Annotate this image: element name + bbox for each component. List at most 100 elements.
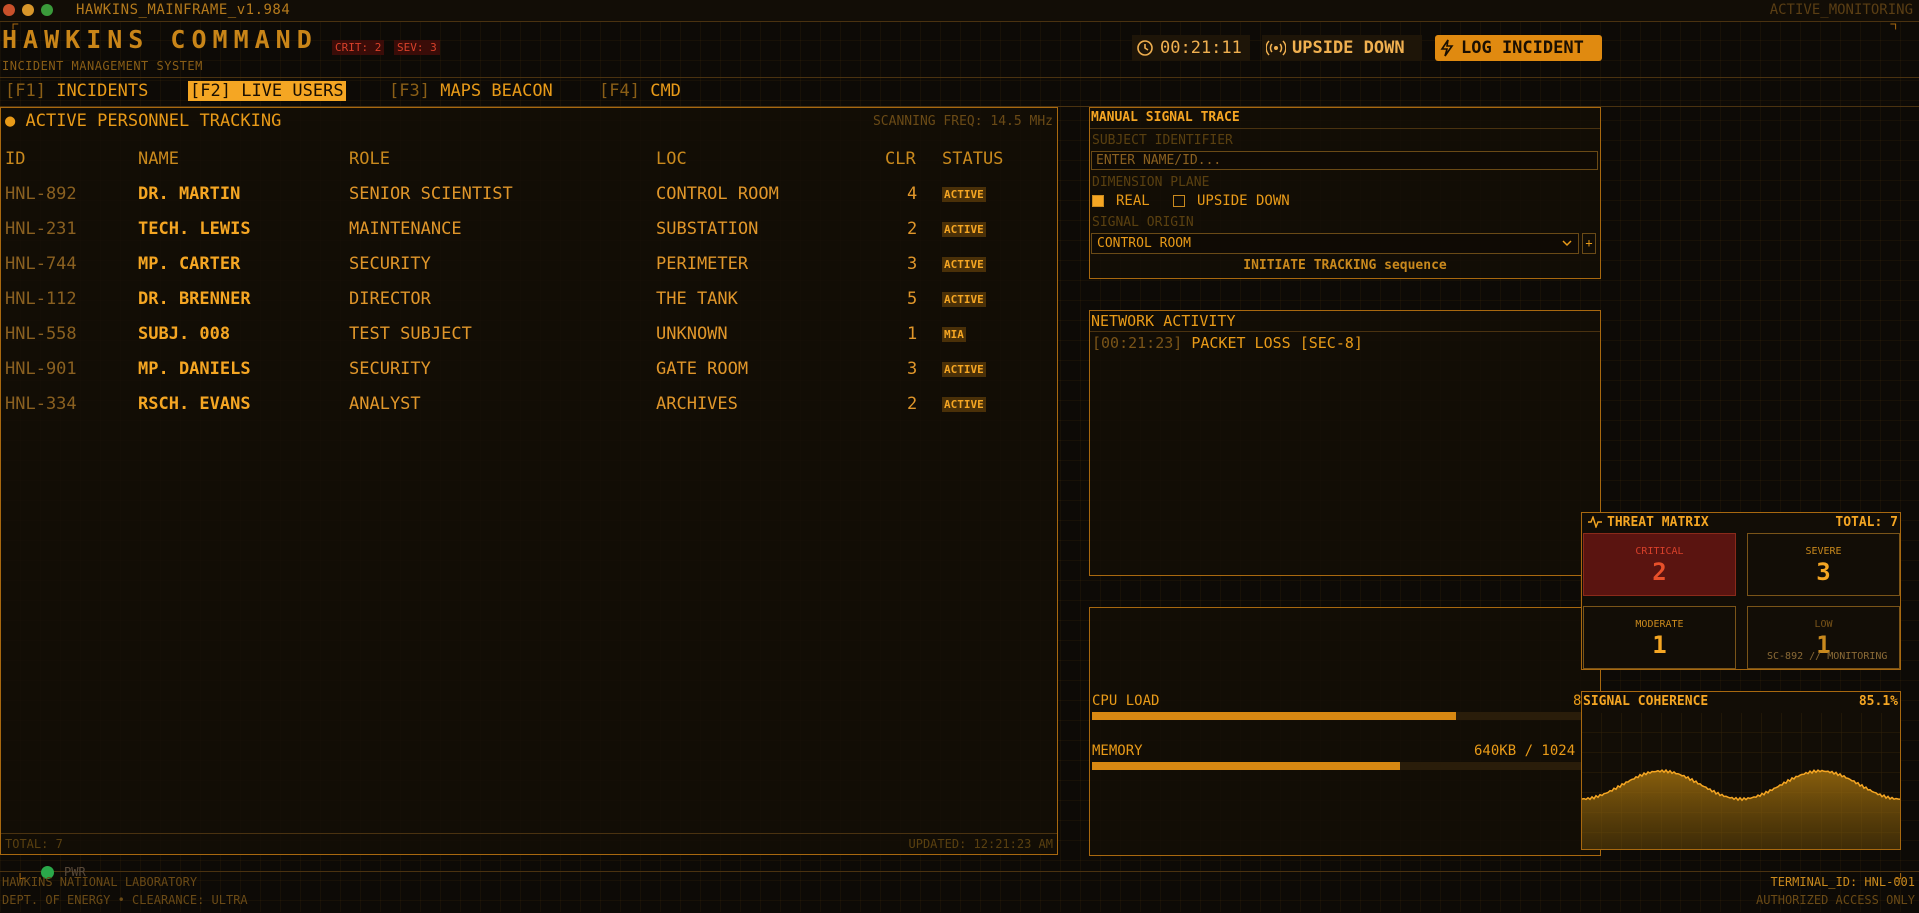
coherence-title: SIGNAL COHERENCE xyxy=(1583,694,1709,709)
personnel-title: ● ACTIVE PERSONNEL TRACKING xyxy=(5,111,282,131)
close-window-button[interactable] xyxy=(3,4,15,16)
personnel-panel: ● ACTIVE PERSONNEL TRACKING SCANNING FRE… xyxy=(0,107,1058,855)
last-updated: UPDATED: 12:21:23 AM xyxy=(908,837,1054,851)
subject-label: SUBJECT IDENTIFIER xyxy=(1092,133,1233,148)
origin-select[interactable]: CONTROL ROOM xyxy=(1091,233,1579,254)
column-header-id[interactable]: ID xyxy=(5,149,25,169)
cpu-bar xyxy=(1092,712,1584,720)
column-header-loc[interactable]: LOC xyxy=(656,149,687,169)
network-activity-panel: NETWORK ACTIVITY [00:21:23] PACKET LOSS … xyxy=(1089,310,1601,576)
log-time: [00:21:23] xyxy=(1092,334,1183,352)
memory-bar xyxy=(1092,762,1584,770)
personnel-clearance: 5 xyxy=(907,289,918,309)
tab-maps-beacon[interactable]: [F3] MAPS BEACON xyxy=(387,81,555,101)
column-header-name[interactable]: NAME xyxy=(138,149,179,169)
maximize-window-button[interactable] xyxy=(41,4,53,16)
log-incident-label: LOG INCIDENT xyxy=(1461,38,1584,58)
personnel-clearance: 4 xyxy=(907,184,918,204)
personnel-location: GATE ROOM xyxy=(656,359,749,379)
activity-pulse-icon xyxy=(1588,516,1602,528)
initiate-tracking-button[interactable]: INITIATE TRACKING sequence xyxy=(1090,258,1600,278)
clock-time: 00:21:11 xyxy=(1160,38,1242,58)
personnel-id: HNL-901 xyxy=(5,359,77,379)
network-header: NETWORK ACTIVITY xyxy=(1090,311,1600,332)
personnel-name: RSCH. EVANS xyxy=(138,394,251,414)
status-badge: ACTIVE xyxy=(942,222,986,237)
table-row[interactable]: HNL-744 MP. CARTER SECURITY PERIMETER 3 … xyxy=(1,254,1059,289)
personnel-location: SUBSTATION xyxy=(656,219,759,239)
signal-trace-panel: MANUAL SIGNAL TRACE SUBJECT IDENTIFIER D… xyxy=(1089,107,1601,279)
upside-down-option-label[interactable]: UPSIDE DOWN xyxy=(1197,193,1290,209)
personnel-name: SUBJ. 008 xyxy=(138,324,231,344)
minimize-window-button[interactable] xyxy=(22,4,34,16)
tab-live-users[interactable]: [F2] LIVE USERS xyxy=(188,81,346,101)
upside-down-checkbox[interactable] xyxy=(1173,195,1185,207)
add-origin-button[interactable]: + xyxy=(1582,233,1596,254)
threat-moderate-cell[interactable]: MODERATE 1 xyxy=(1583,606,1736,669)
table-row[interactable]: HNL-892 DR. MARTIN SENIOR SCIENTIST CONT… xyxy=(1,184,1059,219)
personnel-clearance: 2 xyxy=(907,219,918,239)
column-header-status[interactable]: STATUS xyxy=(942,149,1003,169)
personnel-clearance: 2 xyxy=(907,394,918,414)
personnel-id: HNL-112 xyxy=(5,289,77,309)
threat-total: TOTAL: 7 xyxy=(1835,515,1898,530)
personnel-total: TOTAL: 7 xyxy=(5,837,63,851)
clock-icon xyxy=(1137,40,1153,56)
lab-name: HAWKINS NATIONAL LABORATORY xyxy=(2,875,198,889)
log-incident-button[interactable]: LOG INCIDENT xyxy=(1435,35,1602,61)
status-badge: ACTIVE xyxy=(942,397,986,412)
origin-label: SIGNAL ORIGIN xyxy=(1092,215,1194,230)
column-header-clr[interactable]: CLR xyxy=(885,149,916,169)
origin-selected-value: CONTROL ROOM xyxy=(1097,236,1191,251)
personnel-role: SENIOR SCIENTIST xyxy=(349,184,513,204)
coherence-value: 85.1% xyxy=(1858,694,1898,709)
corner-bracket-icon: ⌟ xyxy=(1893,862,1904,883)
personnel-footer: TOTAL: 7 UPDATED: 12:21:23 AM xyxy=(1,833,1057,854)
personnel-role: ANALYST xyxy=(349,394,421,414)
cpu-bar-fill xyxy=(1092,712,1457,720)
real-option-label[interactable]: REAL xyxy=(1116,193,1150,209)
real-checkbox[interactable] xyxy=(1092,195,1104,207)
department-clearance: DEPT. OF ENERGY • CLEARANCE: ULTRA xyxy=(2,893,248,907)
clock-display: 00:21:11 xyxy=(1132,35,1250,61)
dimension-indicator[interactable]: UPSIDE DOWN xyxy=(1262,35,1422,61)
chevron-down-icon xyxy=(1562,240,1572,247)
trace-header: MANUAL SIGNAL TRACE xyxy=(1090,108,1600,129)
threat-critical-cell[interactable]: CRITICAL 2 xyxy=(1583,533,1736,596)
log-entry: [00:21:23] PACKET LOSS [SEC-8] xyxy=(1092,334,1363,352)
corner-bracket-icon: ⌝ xyxy=(1888,20,1899,41)
scan-frequency: SCANNING FREQ: 14.5 MHz xyxy=(872,114,1053,129)
mode-indicator: ACTIVE_MONITORING xyxy=(1769,2,1913,18)
table-row[interactable]: HNL-558 SUBJ. 008 TEST SUBJECT UNKNOWN 1… xyxy=(1,324,1059,359)
personnel-id: HNL-744 xyxy=(5,254,77,274)
table-row[interactable]: HNL-334 RSCH. EVANS ANALYST ARCHIVES 2 A… xyxy=(1,394,1059,429)
cpu-label: CPU LOAD xyxy=(1092,693,1160,709)
coherence-waveform xyxy=(1582,713,1900,849)
tab-cmd[interactable]: [F4] CMD xyxy=(597,81,683,101)
threat-severe-cell[interactable]: SEVERE 3 xyxy=(1747,533,1900,596)
personnel-id: HNL-334 xyxy=(5,394,77,414)
signal-coherence-panel: SIGNAL COHERENCE 85.1% xyxy=(1581,691,1901,850)
log-message: PACKET LOSS [SEC-8] xyxy=(1191,334,1363,352)
personnel-name: MP. CARTER xyxy=(138,254,241,274)
personnel-location: CONTROL ROOM xyxy=(656,184,779,204)
column-header-role[interactable]: ROLE xyxy=(349,149,390,169)
table-row[interactable]: HNL-901 MP. DANIELS SECURITY GATE ROOM 3… xyxy=(1,359,1059,394)
personnel-name: DR. BRENNER xyxy=(138,289,251,309)
status-badge: ACTIVE xyxy=(942,187,986,202)
status-badge: MIA xyxy=(942,327,966,342)
threat-status: SC-892 // MONITORING xyxy=(1767,651,1888,662)
subject-input[interactable] xyxy=(1091,151,1598,170)
table-row[interactable]: HNL-112 DR. BRENNER DIRECTOR THE TANK 5 … xyxy=(1,289,1059,324)
memory-label: MEMORY xyxy=(1092,743,1143,759)
status-badge: ACTIVE xyxy=(942,362,986,377)
plane-label: DIMENSION PLANE xyxy=(1092,175,1210,190)
window-title: HAWKINS_MAINFRAME_v1.984 xyxy=(76,2,291,18)
tab-incidents[interactable]: [F1] INCIDENTS xyxy=(3,81,150,101)
tab-bar: [F1] INCIDENTS [F2] LIVE USERS [F3] MAPS… xyxy=(0,77,1919,107)
window-titlebar: HAWKINS_MAINFRAME_v1.984 ACTIVE_MONITORI… xyxy=(0,0,1919,22)
personnel-role: SECURITY xyxy=(349,359,431,379)
personnel-clearance: 1 xyxy=(907,324,918,344)
table-row[interactable]: HNL-231 TECH. LEWIS MAINTENANCE SUBSTATI… xyxy=(1,219,1059,254)
threat-title: THREAT MATRIX xyxy=(1607,515,1709,530)
